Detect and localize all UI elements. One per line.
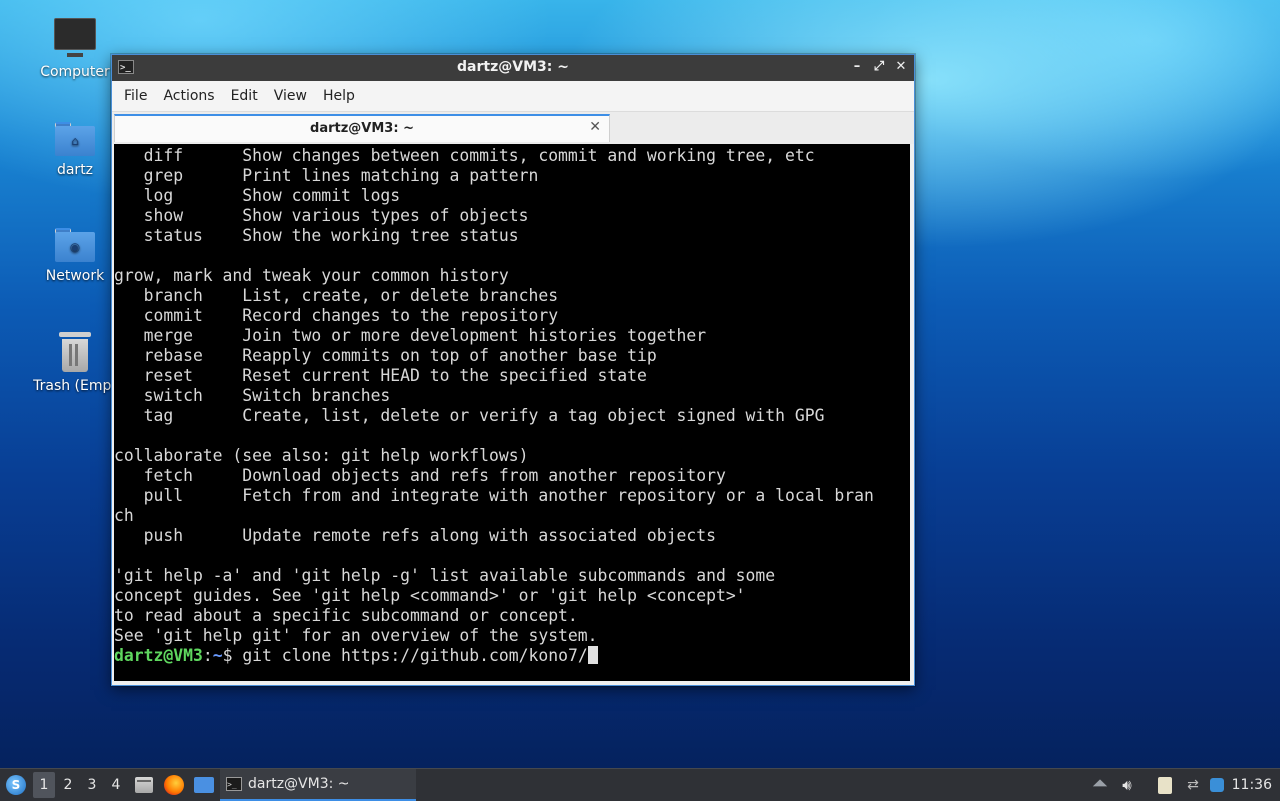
eject-icon — [1092, 779, 1108, 787]
desktop-icon-computer[interactable]: Computer — [25, 18, 125, 80]
terminal-line: status Show the working tree status — [114, 226, 519, 245]
terminal-line: show Show various types of objects — [114, 206, 529, 225]
tray-network[interactable]: ⇄ — [1182, 769, 1204, 801]
terminal-line: tag Create, list, delete or verify a tag… — [114, 406, 825, 425]
terminal-line: See 'git help git' for an overview of th… — [114, 626, 598, 645]
terminal-output[interactable]: diff Show changes between commits, commi… — [114, 144, 910, 681]
volume-icon: 🔊︎ — [1122, 776, 1132, 794]
window-title: dartz@VM3: ~ — [457, 59, 569, 75]
prompt-symbol: $ — [222, 646, 243, 665]
terminal-window[interactable]: >_ dartz@VM3: ~ – ⤢ ✕ File Actions Edit … — [111, 54, 915, 686]
firefox-icon — [164, 775, 184, 795]
computer-icon — [25, 18, 125, 57]
taskbar-task-terminal[interactable]: >_ dartz@VM3: ~ — [220, 769, 416, 801]
text-cursor — [587, 646, 598, 664]
terminal-line: fetch Download objects and refs from ano… — [114, 466, 726, 485]
maximize-button[interactable]: ⤢ — [872, 58, 886, 76]
terminal-line: to read about a specific subcommand or c… — [114, 606, 578, 625]
terminal-line: push Update remote refs along with assoc… — [114, 526, 716, 545]
title-bar[interactable]: >_ dartz@VM3: ~ – ⤢ ✕ — [112, 55, 914, 81]
tray-notification[interactable] — [1206, 769, 1228, 801]
show-desktop-launcher[interactable] — [192, 769, 216, 801]
terminal-line: grep Print lines matching a pattern — [114, 166, 539, 185]
clock[interactable]: 11:36 — [1232, 769, 1272, 801]
workspace-4[interactable]: 4 — [105, 769, 127, 801]
tab-bar: dartz@VM3: ~ ✕ — [112, 112, 914, 144]
terminal-line: rebase Reapply commits on top of another… — [114, 346, 657, 365]
minimize-button[interactable]: – — [850, 58, 864, 76]
prompt-user-host: dartz@VM3 — [114, 646, 203, 665]
workspace-3[interactable]: 3 — [81, 769, 103, 801]
file-manager-launcher[interactable] — [132, 769, 156, 801]
terminal-icon: >_ — [226, 777, 242, 791]
command-input: git clone https://github.com/kono7/ — [242, 646, 588, 665]
terminal-line: branch List, create, or delete branches — [114, 286, 559, 305]
terminal-line: switch Switch branches — [114, 386, 391, 405]
desktop-icon-label: Network — [45, 268, 105, 284]
tab-close-icon[interactable]: ✕ — [589, 119, 601, 135]
menu-actions[interactable]: Actions — [155, 88, 222, 104]
terminal-line: ch — [114, 506, 134, 525]
start-menu-button[interactable]: S — [2, 769, 30, 801]
desktop-icon-label: Trash (Empt — [33, 378, 117, 394]
desktop-icon-label: dartz — [56, 162, 94, 178]
terminal-line: diff Show changes between commits, commi… — [114, 146, 815, 165]
menu-help[interactable]: Help — [315, 88, 363, 104]
desktop-icon-trash[interactable]: Trash (Empt — [25, 332, 125, 394]
notification-icon — [1210, 778, 1224, 792]
terminal-line: 'git help -a' and 'git help -g' list ava… — [114, 566, 776, 585]
tray-volume[interactable]: 🔊︎ — [1116, 769, 1138, 801]
task-label: dartz@VM3: ~ — [248, 776, 350, 792]
terminal-line: reset Reset current HEAD to the specifie… — [114, 366, 647, 385]
terminal-line: grow, mark and tweak your common history — [114, 266, 509, 285]
desktop-icon-home[interactable]: ⌂ dartz — [25, 122, 125, 178]
tray-updates[interactable] — [1090, 769, 1110, 801]
desktop-icon-label: Computer — [40, 64, 110, 80]
menu-bar: File Actions Edit View Help — [112, 81, 914, 112]
terminal-line: commit Record changes to the repository — [114, 306, 559, 325]
prompt-path: ~ — [212, 646, 223, 665]
desktop-icon-network[interactable]: ◉ Network — [25, 228, 125, 284]
file-manager-icon — [135, 777, 153, 793]
prompt-separator: : — [202, 646, 213, 665]
desktop: Computer ⌂ dartz ◉ Network Trash (Empt >… — [0, 0, 1280, 768]
network-folder-icon: ◉ — [25, 228, 125, 262]
tab-label: dartz@VM3: ~ — [310, 121, 414, 136]
workspace-1[interactable]: 1 — [33, 772, 55, 798]
network-icon: ⇄ — [1187, 777, 1199, 793]
clipboard-icon — [1158, 776, 1172, 794]
firefox-launcher[interactable] — [162, 769, 186, 801]
taskbar: S 1 2 3 4 >_ dartz@VM3: ~ 🔊︎ ⇄ 11:36 — [0, 768, 1280, 801]
tray-clipboard[interactable] — [1154, 769, 1176, 801]
menu-file[interactable]: File — [116, 88, 155, 104]
trash-icon — [59, 332, 91, 372]
terminal-tab[interactable]: dartz@VM3: ~ ✕ — [114, 114, 610, 142]
workspace-2[interactable]: 2 — [57, 769, 79, 801]
distro-logo-icon: S — [6, 775, 26, 795]
menu-edit[interactable]: Edit — [223, 88, 266, 104]
home-folder-icon: ⌂ — [25, 122, 125, 156]
terminal-line: collaborate (see also: git help workflow… — [114, 446, 529, 465]
close-button[interactable]: ✕ — [894, 58, 908, 76]
desktop-icon — [194, 777, 214, 793]
menu-view[interactable]: View — [266, 88, 315, 104]
terminal-line: log Show commit logs — [114, 186, 401, 205]
terminal-line: pull Fetch from and integrate with anoth… — [114, 486, 874, 505]
terminal-line: concept guides. See 'git help <command>'… — [114, 586, 746, 605]
terminal-line: merge Join two or more development histo… — [114, 326, 707, 345]
